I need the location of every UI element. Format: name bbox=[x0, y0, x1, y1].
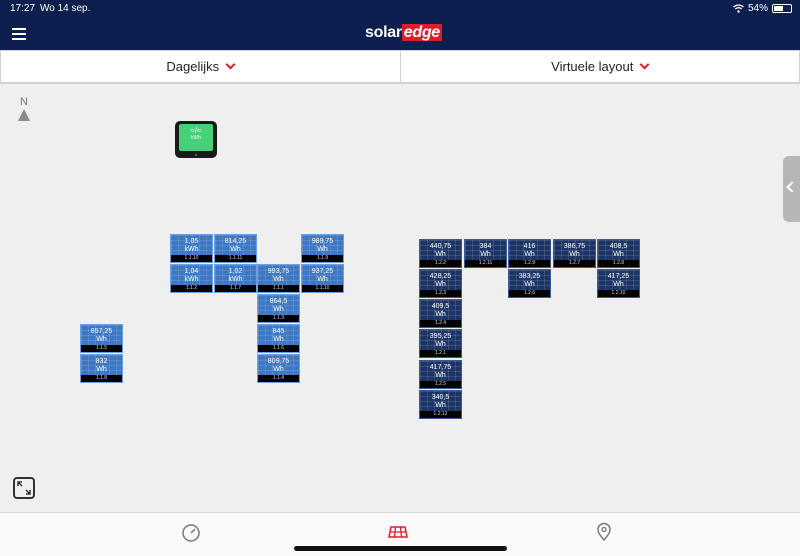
solar-panel[interactable]: 409,5 Wh 1.2.4 bbox=[419, 299, 462, 328]
solar-panel[interactable]: 1,04 kWh 1.1.2 bbox=[170, 264, 213, 293]
solar-panel[interactable]: 428,25 Wh 1.2.3 bbox=[419, 269, 462, 298]
solar-panel[interactable]: 386,75 Wh 1.2.7 bbox=[553, 239, 596, 268]
solar-panel[interactable]: 989,75 Wh 1.1.9 bbox=[301, 234, 344, 263]
solar-panel[interactable]: 440,75 Wh 1.2.2 bbox=[419, 239, 462, 268]
solar-panel[interactable]: 845 Wh 1.1.6 bbox=[257, 324, 300, 353]
solar-panel[interactable]: 416 Wh 1.2.9 bbox=[508, 239, 551, 268]
solar-panel-icon bbox=[388, 526, 408, 538]
status-time: 17:27 bbox=[10, 3, 36, 14]
app-bar: solar edge bbox=[0, 18, 800, 50]
battery-icon bbox=[772, 4, 792, 13]
period-dropdown[interactable]: Dagelijks bbox=[0, 50, 401, 83]
solar-panel[interactable]: 864,5 Wh 1.1.3 bbox=[257, 294, 300, 323]
status-bar: 17:27 Wo 14 sep. 54% bbox=[0, 0, 800, 18]
home-indicator bbox=[294, 546, 507, 551]
chevron-left-icon bbox=[786, 181, 798, 193]
inverter[interactable]: ≈/≈ kWh 1 bbox=[175, 121, 217, 158]
solar-panel[interactable]: 809,75 Wh 1.1.4 bbox=[257, 354, 300, 383]
status-date: Wo 14 sep. bbox=[40, 3, 91, 14]
solar-panel[interactable]: 417,75 Wh 1.2.5 bbox=[419, 360, 462, 389]
layout-tab[interactable] bbox=[388, 522, 408, 542]
solar-panel[interactable]: 1,02 kWh 1.1.7 bbox=[214, 264, 257, 293]
solar-panel[interactable]: 383,25 Wh 1.2.6 bbox=[508, 269, 551, 298]
battery-percent: 54% bbox=[747, 3, 768, 14]
solar-panel[interactable]: 384 Wh 1.2.11 bbox=[464, 239, 507, 268]
solar-panel[interactable]: 395,25 Wh 1.2.1 bbox=[419, 329, 462, 358]
compass-north-icon: N bbox=[17, 96, 31, 121]
hamburger-menu-icon[interactable] bbox=[12, 28, 26, 40]
solar-panel[interactable]: 857,25 Wh 1.1.5 bbox=[80, 324, 123, 353]
dashboard-tab[interactable] bbox=[181, 522, 201, 542]
location-pin-icon bbox=[597, 522, 611, 542]
inverter-tag: 1 bbox=[194, 152, 198, 157]
solar-panel[interactable]: 814,25 Wh 1.1.11 bbox=[214, 234, 257, 263]
side-drawer-handle[interactable] bbox=[783, 156, 800, 222]
period-label: Dagelijks bbox=[166, 59, 220, 74]
inverter-screen: ≈/≈ kWh bbox=[179, 124, 213, 151]
solar-panel[interactable]: 408,5 Wh 1.2.8 bbox=[597, 239, 640, 268]
solar-panel[interactable]: 993,75 Wh 1.1.1 bbox=[257, 264, 300, 293]
location-tab[interactable] bbox=[594, 522, 614, 542]
solar-panel[interactable]: 1,05 kWh 1.1.10 bbox=[170, 234, 213, 263]
layout-label: Virtuele layout bbox=[551, 59, 634, 74]
solar-panel[interactable]: 832 Wh 1.1.8 bbox=[80, 354, 123, 383]
layout-dropdown[interactable]: Virtuele layout bbox=[400, 50, 800, 83]
wifi-icon bbox=[733, 4, 744, 13]
solar-panel[interactable]: 340,5 Wh 1.2.12 bbox=[419, 390, 462, 419]
solaredge-logo: solar edge bbox=[365, 24, 442, 41]
expand-icon[interactable] bbox=[13, 477, 35, 499]
solar-panel[interactable]: 937,25 Wh 1.1.10 bbox=[301, 264, 344, 293]
status-right: 54% bbox=[733, 3, 792, 14]
chevron-down-icon bbox=[225, 59, 236, 70]
solar-panel[interactable]: 417,25 Wh 1.2.10 bbox=[597, 269, 640, 298]
gauge-icon bbox=[182, 524, 200, 542]
selector-row: Dagelijks Virtuele layout bbox=[0, 50, 800, 84]
chevron-down-icon bbox=[639, 59, 650, 70]
